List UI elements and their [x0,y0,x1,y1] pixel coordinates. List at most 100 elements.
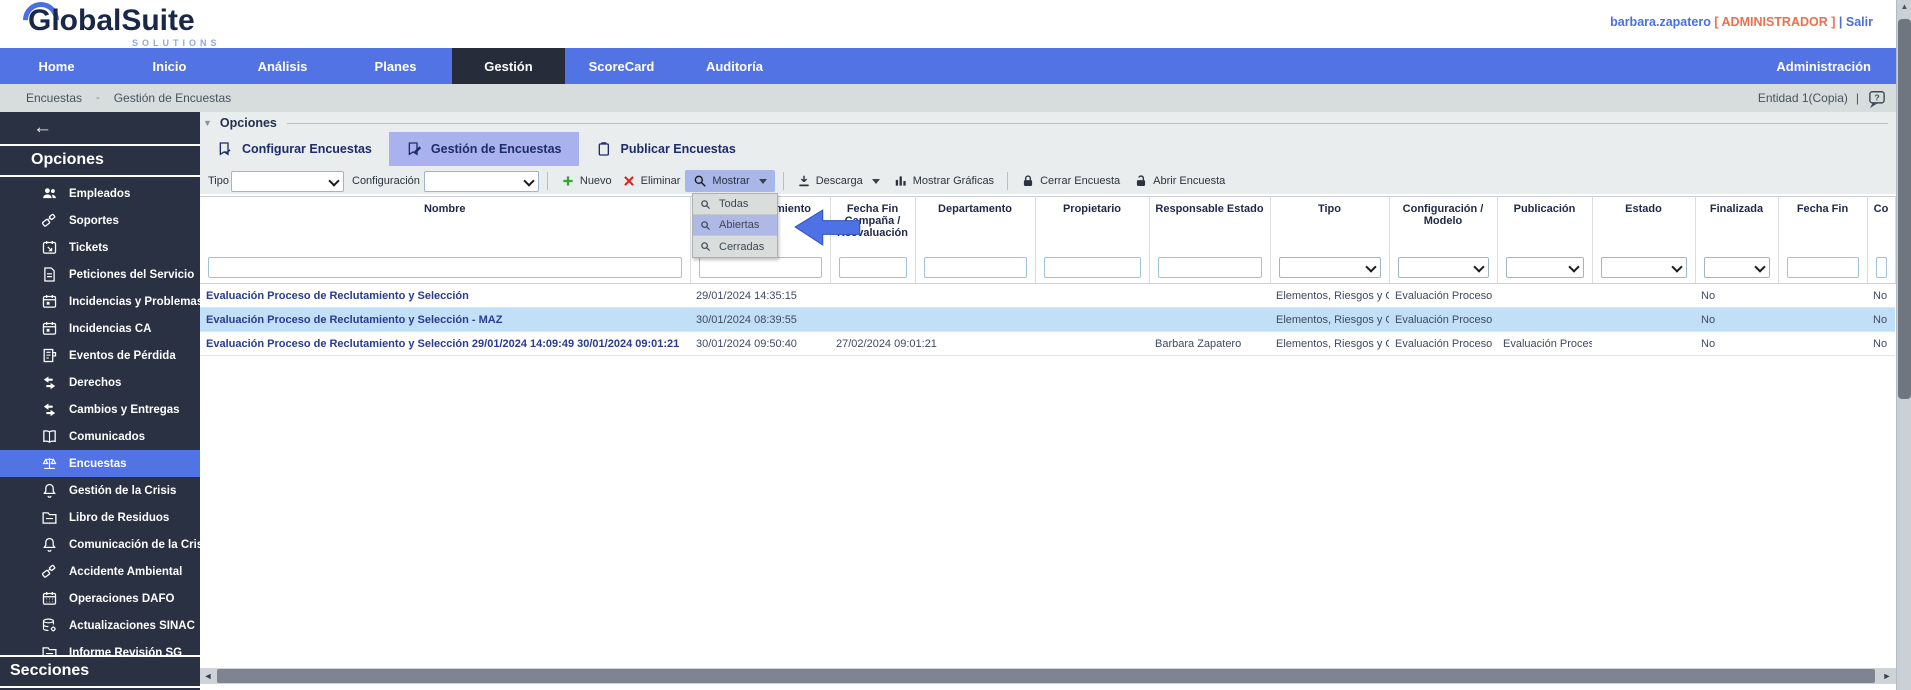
column-header-fecha-fin-campana-reevaluacion[interactable]: Fecha Fin Campaña / Reevaluación [830,196,916,253]
cerrar-encuesta-button[interactable]: Cerrar Encuesta [1016,170,1125,192]
column-header-configuracion-modelo[interactable]: Configuración / Modelo [1389,196,1498,253]
table-cell: Barbara Zapatero [1149,331,1270,356]
table-cell [1778,307,1867,332]
sidebar-item-comunicacion-de-la-crisis[interactable]: Comunicación de la Crisis [0,531,213,558]
nuevo-button[interactable]: Nuevo [556,170,617,192]
tab-configurar-encuestas[interactable]: Configurar Encuestas [200,132,389,166]
options-collapse-label: Opciones [219,116,277,130]
table-row[interactable]: Evaluación Proceso de Reclutamiento y Se… [200,307,1895,332]
sidebar-item-cambios-y-entregas[interactable]: Cambios y Entregas [0,396,200,423]
survey-name-link[interactable]: Evaluación Proceso de Reclutamiento y Se… [200,283,690,308]
sidebar-item-empleados[interactable]: Empleados [0,180,200,207]
sidebar-item-eventos-de-perdida[interactable]: Eventos de Pérdida [0,342,200,369]
table-cell [1592,331,1695,356]
sidebar-item-comunicados[interactable]: Comunicados [0,423,200,450]
sidebar-item-encuestas[interactable]: Encuestas [0,450,200,477]
options-collapse-header[interactable]: ▼ Opciones [200,115,1896,131]
column-header-finalizada[interactable]: Finalizada [1695,196,1779,253]
breadcrumb-encuestas[interactable]: Encuestas [26,91,82,105]
dropdown-item-abiertas[interactable]: Abiertas [693,215,777,236]
filter-input-co[interactable] [1875,257,1887,279]
sidebar-item-incidencias-y-problemas[interactable]: Incidencias y Problemas [0,288,203,315]
nav-item-planes[interactable]: Planes [339,48,452,84]
filter-input-departamento[interactable] [923,257,1027,279]
nav-item-inicio[interactable]: Inicio [113,48,226,84]
column-header-departamento[interactable]: Departamento [915,196,1036,253]
filter-select-tipo[interactable] [1278,257,1381,279]
column-header-nombre[interactable]: Nombre [200,196,691,253]
bar-chart-icon [894,174,908,188]
sidebar-item-tickets[interactable]: Tickets [0,234,200,261]
tab-publicar-encuestas[interactable]: Publicar Encuestas [579,132,753,166]
table-row[interactable]: Evaluación Proceso de Reclutamiento y Se… [200,283,1895,308]
people-icon [41,185,58,202]
sidebar-item-accidente-ambiental[interactable]: Accidente Ambiental [0,558,200,585]
table-cell [1778,283,1867,308]
configuracion-select[interactable] [423,170,539,192]
sidebar-item-peticiones-del-servicio[interactable]: Peticiones del Servicio [0,261,200,288]
logout-link[interactable]: Salir [1846,15,1873,29]
vertical-scrollbar[interactable]: ▲ [1896,0,1911,690]
filter-input-nombre[interactable] [208,257,682,279]
filter-input-fecha-fin-campana-reevaluacion[interactable] [838,257,907,279]
column-header-fecha-fin[interactable]: Fecha Fin [1778,196,1868,253]
sidebar-item-operaciones-dafo[interactable]: Operaciones DAFO [0,585,200,612]
sidebar-item-derechos[interactable]: Derechos [0,369,200,396]
column-header-responsable-estado[interactable]: Responsable Estado [1149,196,1271,253]
filter-input-fecha-lanzamiento[interactable] [698,257,822,279]
column-header-estado[interactable]: Estado [1592,196,1696,253]
tipo-select[interactable] [231,170,344,192]
sidebar-item-gestion-de-la-crisis[interactable]: Gestión de la Crisis [0,477,200,504]
nav-item-auditoria[interactable]: Auditoría [678,48,791,84]
sidebar-item-soportes[interactable]: Soportes [0,207,200,234]
sidebar-collapse-button[interactable]: ← [0,112,200,144]
table-cell [1497,307,1592,332]
tab-gestion-de-encuestas[interactable]: Gestión de Encuestas [388,132,579,166]
filter-input-fecha-fin[interactable] [1786,257,1859,279]
horizontal-scroll-thumb[interactable] [217,669,1875,683]
nav-item-analisis[interactable]: Análisis [226,48,339,84]
table-cell [1035,307,1149,332]
column-header-publicacion[interactable]: Publicación [1497,196,1593,253]
scroll-left-button[interactable]: ◄ [200,668,216,684]
entity-divider: | [1855,91,1859,105]
filter-input-responsable-estado[interactable] [1157,257,1262,279]
mostrar-button[interactable]: Mostrar [685,170,775,192]
mostrar-graficas-button[interactable]: Mostrar Gráficas [889,170,999,192]
scroll-right-button[interactable]: ► [1879,668,1895,684]
usb-icon [41,563,58,580]
filter-select-configuracion-modelo[interactable] [1397,257,1489,279]
filter-select-finalizada[interactable] [1703,257,1770,279]
collapse-caret-icon: ▼ [203,118,212,128]
nav-item-gestion[interactable]: Gestión [452,48,565,84]
table-cell: Evaluación Proceso [1497,331,1592,356]
table-cell [830,307,915,332]
sidebar-item-libro-de-residuos[interactable]: Libro de Residuos [0,504,200,531]
filter-select-publicacion[interactable] [1505,257,1584,279]
help-bubble-icon[interactable]: ? [1867,89,1887,108]
column-header-tipo[interactable]: Tipo [1270,196,1390,253]
nav-item-home[interactable]: Home [0,48,113,84]
horizontal-scrollbar[interactable]: ◄ ► [200,668,1896,684]
column-header-propietario[interactable]: Propietario [1035,196,1150,253]
vertical-scroll-thumb[interactable] [1898,19,1911,399]
logo[interactable]: GlobalSuite SOLUTIONS [15,0,217,48]
descarga-button[interactable]: Descarga [792,170,885,192]
survey-name-link[interactable]: Evaluación Proceso de Reclutamiento y Se… [200,307,690,332]
table-row[interactable]: Evaluación Proceso de Reclutamiento y Se… [200,331,1895,356]
sidebar-item-actualizaciones-sinac[interactable]: Actualizaciones SINAC [0,612,200,639]
filter-input-propietario[interactable] [1043,257,1141,279]
eliminar-button[interactable]: Eliminar [617,170,686,192]
calendar-icon [41,320,58,337]
dropdown-item-cerradas[interactable]: Cerradas [693,236,777,257]
survey-name-link[interactable]: Evaluación Proceso de Reclutamiento y Se… [200,331,690,356]
dropdown-item-todas[interactable]: Todas [693,194,777,215]
abrir-encuesta-button[interactable]: Abrir Encuesta [1129,170,1230,192]
header-divider: | [1838,15,1843,29]
filter-select-estado[interactable] [1600,257,1687,279]
column-header-co[interactable]: Co [1867,196,1896,253]
scroll-up-button[interactable]: ▲ [1897,2,1911,16]
sidebar-item-incidencias-ca[interactable]: Incidencias CA [0,315,200,342]
nav-item-scorecard[interactable]: ScoreCard [565,48,678,84]
nav-item-administracion[interactable]: Administración [1776,48,1871,84]
